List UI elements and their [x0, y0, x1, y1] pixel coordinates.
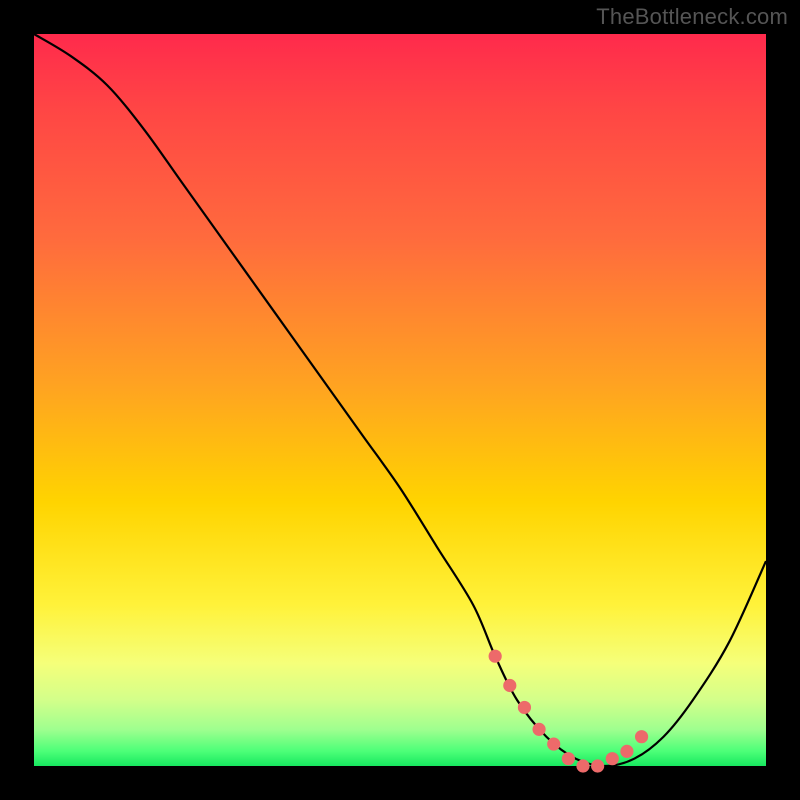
highlight-dot	[635, 730, 648, 743]
highlight-dot	[547, 737, 560, 750]
highlight-dot	[606, 752, 619, 765]
highlight-dot	[576, 759, 589, 772]
curve-svg	[34, 34, 766, 766]
highlight-dot	[489, 650, 502, 663]
highlight-dot	[518, 701, 531, 714]
highlight-dot	[562, 752, 575, 765]
highlight-dot	[591, 759, 604, 772]
highlight-dot	[503, 679, 516, 692]
watermark-label: TheBottleneck.com	[596, 4, 788, 30]
highlight-dot	[620, 745, 633, 758]
bottleneck-curve-path	[34, 34, 766, 766]
highlight-dot	[532, 723, 545, 736]
plot-area	[34, 34, 766, 766]
chart-frame: TheBottleneck.com	[0, 0, 800, 800]
minimum-region-dots	[489, 650, 649, 773]
